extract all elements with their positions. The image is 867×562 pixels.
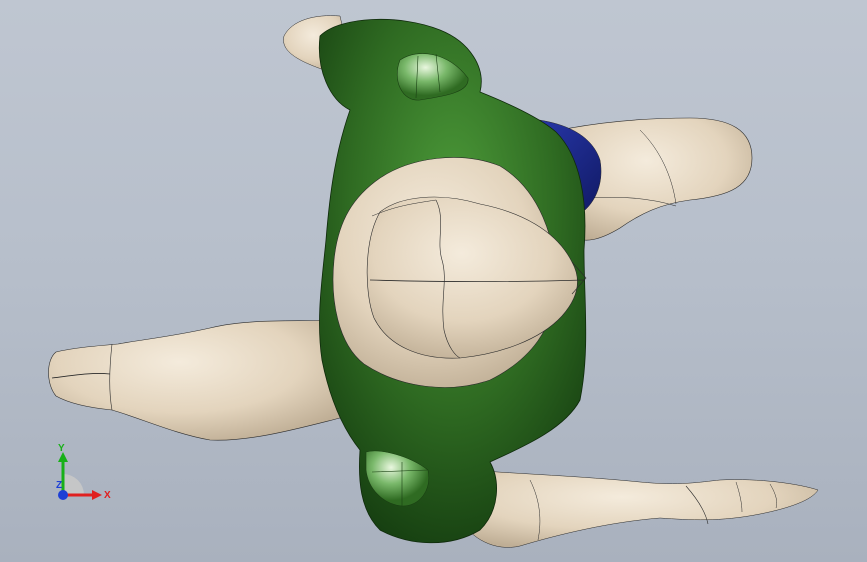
triad-z-label: Z [56,480,62,491]
triad-x-label: X [104,490,111,501]
coordinate-triad: Y X Z [56,443,111,501]
lower-arm [461,469,819,548]
triad-y-label: Y [58,443,65,454]
left-leg [48,319,341,441]
graphics-viewport[interactable]: Y X Z [0,0,867,562]
triad-x-arrowhead [92,490,102,500]
human-model-3d[interactable] [0,0,867,562]
triad-z-axis [58,490,68,500]
